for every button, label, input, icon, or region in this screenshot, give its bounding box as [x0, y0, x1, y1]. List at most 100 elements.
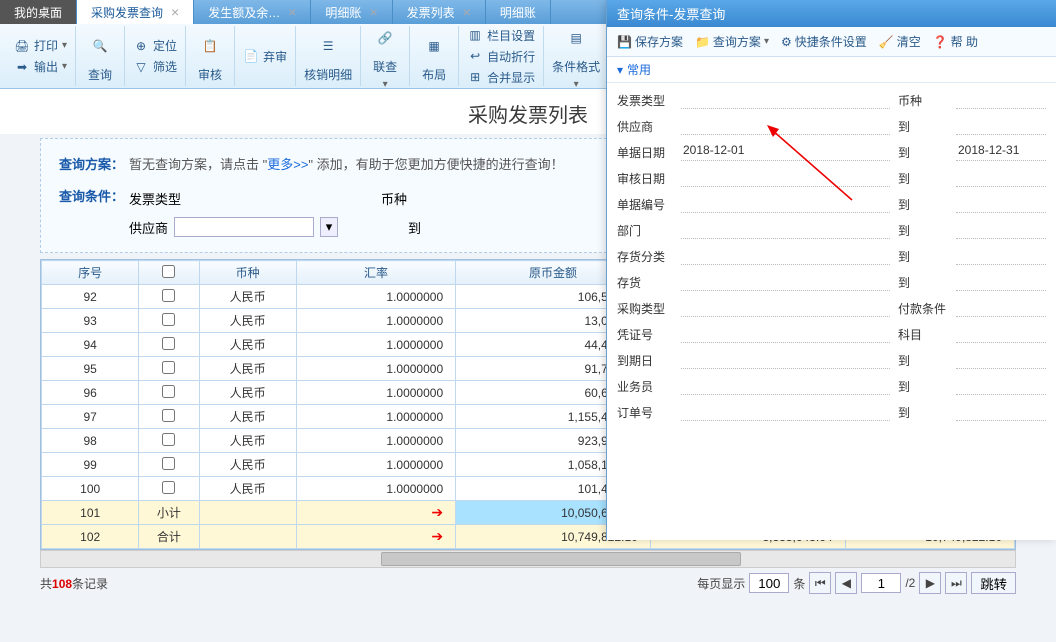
row-checkbox[interactable] — [162, 289, 175, 302]
union-query-button[interactable]: 🔗联查▾ — [369, 22, 401, 90]
panel-field-row: 业务员到 — [617, 373, 1046, 399]
panel-field-input[interactable] — [681, 117, 890, 135]
panel-field-input[interactable] — [956, 195, 1046, 213]
column-settings-button[interactable]: ▥栏目设置 — [467, 27, 535, 44]
panel-field-input[interactable] — [681, 273, 890, 291]
panel-field-input[interactable] — [956, 169, 1046, 187]
panel-field-input[interactable]: 2018-12-01 — [681, 143, 890, 161]
panel-field-input[interactable] — [681, 351, 890, 369]
panel-field-row: 到期日到 — [617, 347, 1046, 373]
query-panel: 查询条件-发票查询 💾保存方案 📁查询方案▾ ⚙快捷条件设置 🧹清空 ❓帮 助 … — [606, 0, 1056, 540]
tab-invoice-query[interactable]: 采购发票查询× — [77, 0, 194, 24]
help-icon: ❓ — [933, 35, 948, 49]
printer-icon: 🖨 — [14, 38, 30, 54]
help-button[interactable]: ❓帮 助 — [933, 33, 978, 50]
query-plan-button[interactable]: 📁查询方案▾ — [695, 33, 769, 50]
abandon-button[interactable]: 📄弃审 — [243, 48, 287, 65]
panel-field-input[interactable] — [956, 299, 1046, 317]
panel-field-input[interactable] — [956, 403, 1046, 421]
panel-field-input[interactable] — [681, 195, 890, 213]
save-plan-button[interactable]: 💾保存方案 — [617, 33, 683, 50]
funnel-icon: ▽ — [133, 59, 149, 75]
picker-icon[interactable]: ▾ — [320, 217, 338, 237]
select-all-checkbox[interactable] — [162, 265, 175, 278]
filter-button[interactable]: ▽筛选 — [133, 58, 177, 75]
panel-field-input[interactable] — [956, 377, 1046, 395]
panel-field-input[interactable] — [956, 273, 1046, 291]
field-supplier-label: 供应商 — [129, 218, 168, 237]
panel-field-input[interactable] — [956, 325, 1046, 343]
panel-field-input[interactable] — [956, 221, 1046, 239]
row-checkbox[interactable] — [162, 433, 175, 446]
panel-field-row: 存货到 — [617, 269, 1046, 295]
row-checkbox[interactable] — [162, 385, 175, 398]
panel-field-row: 订单号到 — [617, 399, 1046, 425]
output-button[interactable]: ➡输出▾ — [14, 58, 67, 75]
tab-balance[interactable]: 发生额及余…× — [194, 0, 311, 24]
scrollbar-thumb[interactable] — [381, 552, 741, 566]
auto-wrap-button[interactable]: ↩自动折行 — [467, 48, 535, 65]
prev-page-button[interactable]: ◀ — [835, 572, 857, 594]
merge-show-button[interactable]: ⊞合并显示 — [467, 69, 535, 86]
locate-button[interactable]: ⊕定位 — [133, 37, 177, 54]
clear-button[interactable]: 🧹清空 — [879, 33, 921, 50]
row-checkbox[interactable] — [162, 361, 175, 374]
save-icon: 💾 — [617, 35, 632, 49]
panel-field-input[interactable] — [681, 403, 890, 421]
row-checkbox[interactable] — [162, 481, 175, 494]
panel-field-input[interactable] — [681, 169, 890, 187]
last-page-button[interactable]: ⏭ — [945, 572, 967, 594]
panel-field-input[interactable]: 2018-12-31 — [956, 143, 1046, 161]
panel-field-input[interactable] — [681, 299, 890, 317]
layout-button[interactable]: ▦布局 — [418, 30, 450, 83]
horizontal-scrollbar[interactable] — [40, 550, 1016, 568]
audit-button[interactable]: 📋审核 — [194, 30, 226, 83]
row-checkbox[interactable] — [162, 457, 175, 470]
panel-title: 查询条件-发票查询 — [607, 0, 1056, 27]
panel-field-input[interactable] — [956, 247, 1046, 265]
tab-invoice-list[interactable]: 发票列表× — [393, 0, 486, 24]
panel-field-input[interactable] — [956, 91, 1046, 109]
tab-detail2[interactable]: 明细账 — [486, 0, 551, 24]
row-checkbox[interactable] — [162, 409, 175, 422]
chevron-down-icon: ▾ — [617, 63, 623, 77]
broom-icon: 🧹 — [879, 35, 894, 49]
panel-field-row: 采购类型付款条件 — [617, 295, 1046, 321]
quick-cond-button[interactable]: ⚙快捷条件设置 — [781, 33, 867, 50]
panel-field-row: 发票类型币种 — [617, 87, 1046, 113]
query-plan-label: 查询方案： — [59, 154, 129, 173]
wrap-icon: ↩ — [467, 48, 483, 64]
print-button[interactable]: 🖨打印▾ — [14, 37, 67, 54]
panel-field-input[interactable] — [681, 325, 890, 343]
query-cond-label: 查询条件： — [59, 186, 129, 205]
panel-field-input[interactable] — [681, 377, 890, 395]
first-page-button[interactable]: ⏮ — [809, 572, 831, 594]
query-button[interactable]: 🔍查询 — [84, 30, 116, 83]
tab-detail1[interactable]: 明细账× — [311, 0, 392, 24]
target-icon: ⊕ — [133, 38, 149, 54]
footer: 共108条记录 每页显示 条 ⏮ ◀ /2 ▶ ⏭ 跳转 — [40, 572, 1016, 594]
page-input[interactable] — [861, 573, 901, 593]
more-link[interactable]: 更多>> — [267, 157, 308, 172]
panel-section-common[interactable]: ▾常用 — [617, 61, 1046, 78]
panel-field-input[interactable] — [956, 117, 1046, 135]
jump-button[interactable]: 跳转 — [971, 572, 1016, 594]
pager: 每页显示 条 ⏮ ◀ /2 ▶ ⏭ 跳转 — [697, 572, 1016, 594]
supplier-input[interactable] — [174, 217, 314, 237]
row-checkbox[interactable] — [162, 313, 175, 326]
verify-detail-button[interactable]: ☰核销明细 — [304, 30, 352, 83]
panel-field-input[interactable] — [681, 221, 890, 239]
next-page-button[interactable]: ▶ — [919, 572, 941, 594]
cond-format-button[interactable]: ▤条件格式▾ — [552, 22, 600, 90]
tab-desktop[interactable]: 我的桌面 — [0, 0, 77, 24]
list-icon: ☰ — [312, 30, 344, 62]
per-page-input[interactable] — [749, 573, 789, 593]
panel-field-input[interactable] — [681, 91, 890, 109]
panel-field-row: 供应商到 — [617, 113, 1046, 139]
audit-icon: 📋 — [194, 30, 226, 62]
panel-field-input[interactable] — [681, 247, 890, 265]
close-icon[interactable]: × — [171, 4, 179, 20]
panel-field-input[interactable] — [956, 351, 1046, 369]
columns-icon: ▥ — [467, 27, 483, 43]
row-checkbox[interactable] — [162, 337, 175, 350]
